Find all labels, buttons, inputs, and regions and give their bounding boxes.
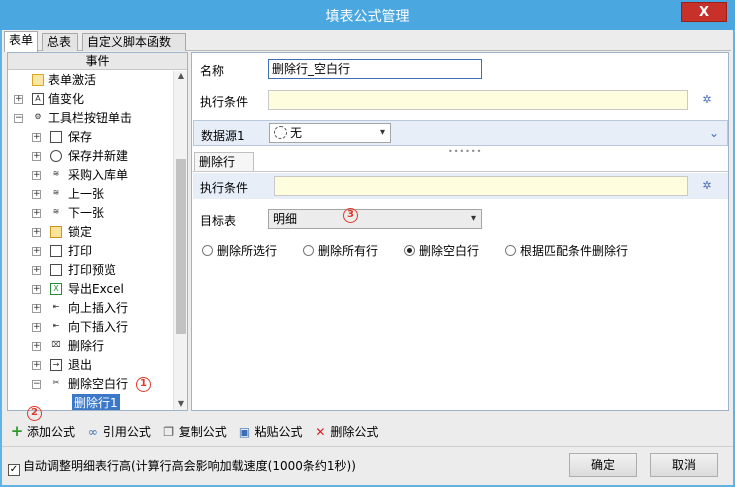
annotation-badge-2: 2: [27, 406, 42, 421]
radio-circle-selected[interactable]: [404, 245, 415, 256]
add-formula-button[interactable]: + 添加公式: [10, 422, 75, 440]
title-bar: 填表公式管理 X: [0, 0, 735, 30]
tab-delete-row[interactable]: 删除行: [194, 152, 254, 172]
radio-circle[interactable]: [202, 245, 213, 256]
subtab-divider: [193, 171, 728, 172]
scrollbar-thumb[interactable]: [176, 159, 186, 334]
radio-delete-all[interactable]: 删除所有行: [303, 242, 378, 259]
target-table-select[interactable]: 明细 ▾: [268, 209, 482, 229]
magic-wand-icon[interactable]: ✲: [700, 179, 714, 193]
exit-icon: →: [50, 359, 62, 371]
bottom-bar: ✓ 自动调整明细表行高(计算行高会影响加载速度(1000条约1秒)) 确定 取消: [2, 446, 733, 485]
plus-icon: +: [10, 422, 24, 440]
expand-icon[interactable]: +: [32, 152, 41, 161]
delete-row-icon: ⌧: [50, 340, 62, 352]
dialog-body: 表单 总表 自定义脚本函数 事件 表单激活 + A 值变化 − ⚙ 工具栏按钮单…: [2, 30, 733, 485]
collapse-icon[interactable]: −: [14, 114, 23, 123]
save-new-icon: [50, 150, 62, 162]
event-header: 事件: [8, 53, 187, 70]
event-tree-panel: 事件 表单激活 + A 值变化 − ⚙ 工具栏按钮单击 + 保存 + 保存并新建…: [7, 52, 188, 411]
event-tree: 表单激活 + A 值变化 − ⚙ 工具栏按钮单击 + 保存 + 保存并新建 + …: [8, 71, 173, 410]
ok-button[interactable]: 确定: [569, 453, 637, 477]
datasource-label: 数据源1: [201, 129, 245, 143]
scissors-icon: ✂: [50, 378, 62, 390]
delete-x-icon: ✕: [315, 425, 326, 439]
expand-icon[interactable]: +: [32, 361, 41, 370]
folder-icon: [32, 74, 44, 86]
expand-icon[interactable]: +: [32, 247, 41, 256]
expand-icon[interactable]: +: [32, 190, 41, 199]
expand-icon[interactable]: +: [32, 323, 41, 332]
tree-scrollbar[interactable]: ▲ ▼: [173, 71, 187, 410]
expand-icon[interactable]: +: [32, 342, 41, 351]
paste-formula-button[interactable]: ▣ 粘贴公式: [238, 423, 303, 440]
chevron-down-icon: ▾: [379, 127, 385, 138]
magic-wand-icon[interactable]: ✲: [700, 93, 714, 107]
splitter-grip[interactable]: ••••••: [448, 147, 482, 156]
tab-custom-script[interactable]: 自定义脚本函数: [82, 33, 186, 51]
expand-icon[interactable]: +: [32, 266, 41, 275]
copy-icon: ❐: [163, 425, 175, 439]
insert-row-up-icon: ⇤: [50, 302, 62, 314]
window-title: 填表公式管理: [325, 9, 410, 25]
annotation-badge-1: 1: [136, 377, 151, 392]
wrench-icon: ⚙: [32, 112, 44, 124]
name-input[interactable]: 删除行_空白行: [268, 59, 482, 79]
radio-circle[interactable]: [303, 245, 314, 256]
datasource-select[interactable]: 无 ▾: [269, 123, 391, 143]
condition-input[interactable]: [268, 90, 688, 110]
printer-icon: [50, 245, 62, 257]
datasource-bar: 数据源1 无 ▾ ⌄: [193, 120, 728, 146]
paste-icon: ▣: [238, 425, 251, 439]
expand-icon[interactable]: +: [32, 285, 41, 294]
document-a-icon: A: [32, 93, 44, 105]
name-label: 名称: [200, 64, 225, 78]
auto-row-height-checkbox[interactable]: ✓ 自动调整明细表行高(计算行高会影响加载速度(1000条约1秒)): [8, 457, 356, 476]
radio-delete-selected[interactable]: 删除所选行: [202, 242, 277, 259]
main-tabs: 表单 总表 自定义脚本函数: [4, 31, 731, 52]
collapse-icon[interactable]: −: [32, 380, 41, 389]
tab-summary[interactable]: 总表: [42, 33, 78, 51]
radio-delete-by-match[interactable]: 根据匹配条件删除行: [505, 242, 628, 259]
action-condition-input[interactable]: [274, 176, 688, 196]
print-preview-icon: [50, 264, 62, 276]
action-condition-label: 执行条件: [200, 181, 249, 195]
radio-delete-blank[interactable]: 删除空白行: [404, 242, 479, 259]
expand-icon[interactable]: +: [32, 171, 41, 180]
close-button[interactable]: X: [681, 2, 727, 22]
expand-icon[interactable]: +: [14, 95, 23, 104]
expand-icon[interactable]: +: [32, 133, 41, 142]
expand-icon[interactable]: +: [32, 209, 41, 218]
formula-editor-panel: 名称 删除行_空白行 执行条件 ✲ 数据源1 无 ▾ ⌄ •••••• 删除行 …: [191, 52, 729, 411]
expand-icon[interactable]: +: [32, 304, 41, 313]
expand-icon[interactable]: +: [32, 228, 41, 237]
save-icon: [50, 131, 62, 143]
layers-icon: ≋: [50, 188, 62, 200]
target-table-label: 目标表: [200, 214, 237, 228]
condition-label: 执行条件: [200, 95, 249, 109]
lock-icon: [50, 226, 62, 238]
checkbox-checked-icon[interactable]: ✓: [8, 464, 20, 476]
delete-formula-button[interactable]: ✕ 删除公式: [313, 423, 378, 440]
cancel-button[interactable]: 取消: [650, 453, 718, 477]
scroll-up-icon[interactable]: ▲: [176, 71, 186, 80]
layers-icon: ≋: [50, 207, 62, 219]
annotation-badge-3: 3: [343, 208, 358, 223]
expand-chevron-icon[interactable]: ⌄: [709, 126, 719, 140]
radio-circle[interactable]: [505, 245, 516, 256]
formula-toolbar: + 添加公式 ∞ 引用公式 ❐ 复制公式 ▣ 粘贴公式 ✕ 删除公式: [10, 422, 385, 440]
reference-formula-button[interactable]: ∞ 引用公式: [86, 423, 151, 440]
tab-form[interactable]: 表单: [4, 31, 38, 52]
link-icon: ∞: [87, 425, 98, 439]
layers-icon: ≋: [50, 169, 62, 181]
datasource-icon: [274, 126, 287, 139]
insert-row-down-icon: ⇤: [50, 321, 62, 333]
scroll-down-icon[interactable]: ▼: [176, 399, 186, 408]
action-condition-row: 执行条件 ✲: [193, 173, 728, 199]
excel-icon: X: [50, 283, 62, 295]
copy-formula-button[interactable]: ❐ 复制公式: [162, 423, 226, 440]
chevron-down-icon: ▾: [470, 213, 476, 224]
